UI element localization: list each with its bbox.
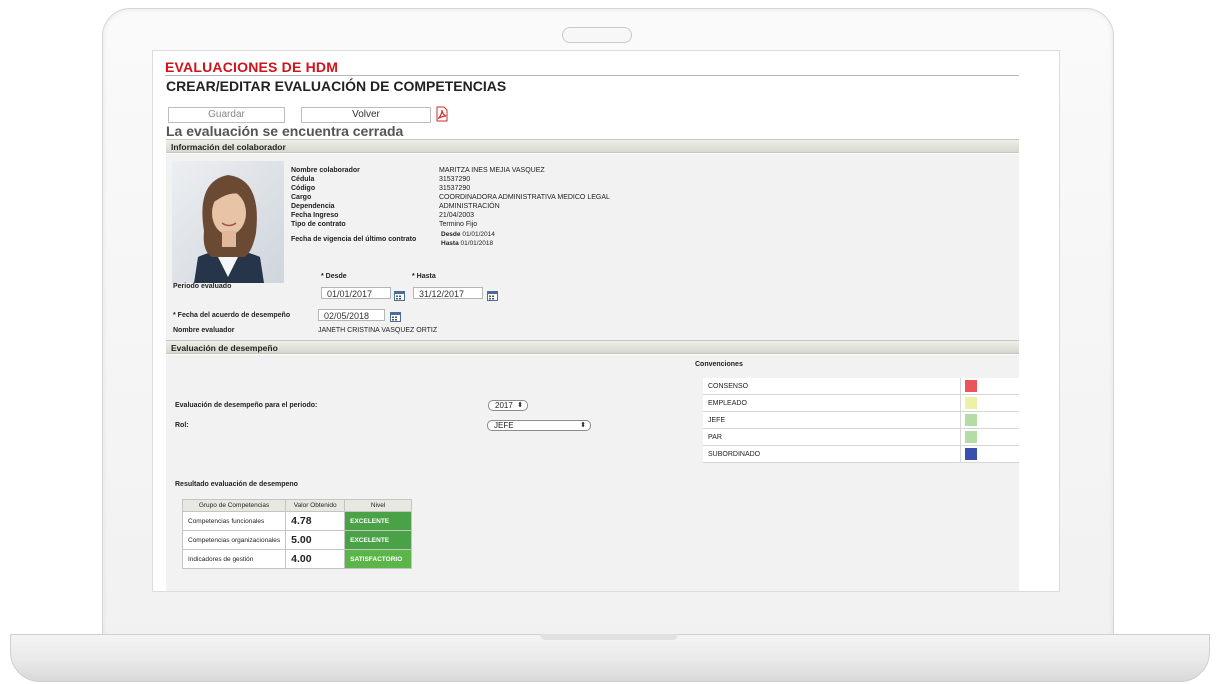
contract-to-label: Hasta [441, 240, 459, 247]
evaluator-value: JANETH CRISTINA VASQUEZ ORTIZ [318, 327, 438, 334]
competency-group: Indicadores de gestión [181, 549, 287, 569]
laptop-camera [562, 27, 632, 43]
conventions-title: Convenciones [695, 361, 743, 368]
convention-swatch-cell [960, 445, 1019, 463]
contract-to-value: 01/01/2018 [460, 240, 494, 247]
agreement-date-input[interactable]: 02/05/2018 [318, 309, 385, 321]
performance-section-header: Evaluación de desempeño [166, 340, 1019, 354]
level-badge: SATISFACTORIO [344, 549, 413, 569]
level-badge: EXCELENTE [344, 530, 413, 550]
results-table: Grupo de Competencias Valor Obtenido Niv… [181, 499, 413, 569]
code-label: Código [291, 185, 316, 192]
role-select-value: JEFE [494, 421, 514, 430]
app-title: EVALUACIONES DE HDM [165, 59, 339, 75]
back-button[interactable]: Volver [301, 107, 431, 123]
period-to-label: * Hasta [412, 273, 436, 280]
laptop-base [10, 634, 1210, 682]
page-title: CREAR/EDITAR EVALUACIÓN DE COMPETENCIAS [166, 78, 507, 94]
color-swatch [965, 431, 977, 443]
obtained-value: 4.78 [285, 511, 346, 531]
code-value: 31537290 [439, 185, 471, 192]
period-select-label: Evaluación de desempeño para el periodo: [175, 402, 318, 409]
contract-type-label: Tipo de contrato [291, 221, 346, 228]
collaborator-section-header: Información del colaborador [166, 139, 1019, 153]
contract-from-value: 01/01/2014 [462, 231, 495, 238]
pdf-icon[interactable] [435, 106, 449, 122]
save-button[interactable]: Guardar [168, 107, 285, 123]
color-swatch [965, 448, 977, 460]
color-swatch [965, 414, 977, 426]
competency-group: Competencias organizacionales [181, 530, 287, 550]
color-swatch [965, 380, 977, 392]
column-header: Grupo de Competencias [181, 499, 287, 512]
employee-photo [172, 161, 284, 283]
contract-type-value: Termino Fijo [439, 221, 478, 228]
convention-row: JEFE [703, 411, 1019, 429]
level-badge: EXCELENTE [344, 511, 413, 531]
convention-swatch-cell [960, 378, 1019, 395]
competency-group: Competencias funcionales [181, 511, 287, 531]
position-label: Cargo [291, 194, 312, 201]
convention-label: EMPLEADO [703, 394, 961, 412]
name-value: MARITZA INES MEJIA VASQUEZ [439, 167, 545, 174]
calendar-icon[interactable] [390, 309, 401, 322]
period-to-input[interactable]: 31/12/2017 [413, 287, 483, 299]
id-label: Cédula [291, 176, 315, 183]
title-divider [165, 75, 1019, 76]
updown-arrow-icon: ⬍ [580, 422, 586, 429]
hire-date-value: 21/04/2003 [439, 212, 475, 219]
status-message: La evaluación se encuentra cerrada [166, 123, 404, 139]
convention-swatch-cell [960, 394, 1019, 412]
period-from-input[interactable]: 01/01/2017 [321, 287, 391, 299]
convention-label: PAR [703, 428, 961, 446]
screen: EVALUACIONES DE HDM CREAR/EDITAR EVALUAC… [152, 50, 1060, 592]
id-value: 31537290 [439, 176, 471, 183]
obtained-value: 4.00 [285, 549, 346, 569]
updown-arrow-icon: ⬍ [517, 402, 523, 409]
convention-label: CONSENSO [703, 378, 961, 395]
obtained-value: 5.00 [285, 530, 346, 550]
convention-row: SUBORDINADO [703, 445, 1019, 463]
role-label: Rol: [175, 422, 189, 429]
evaluator-label: Nombre evaluador [173, 327, 235, 334]
convention-swatch-cell [960, 428, 1019, 446]
agreement-date-label: * Fecha del acuerdo de desempeño [173, 312, 291, 319]
contract-from-label: Desde [441, 231, 461, 238]
period-select-value: 2017 [495, 401, 513, 410]
contract-validity-from: Desde 01/01/2014 [441, 231, 495, 238]
hire-date-label: Fecha Ingreso [291, 212, 339, 219]
department-label: Dependencia [291, 203, 335, 210]
period-label: Periodo evaluado [173, 283, 232, 290]
convention-row: EMPLEADO [703, 394, 1019, 412]
calendar-icon[interactable] [394, 288, 405, 301]
calendar-icon[interactable] [487, 288, 498, 301]
department-value: ADMINISTRACIÓN [439, 203, 500, 210]
laptop-base-notch [540, 634, 678, 640]
role-select[interactable]: JEFE ⬍ [487, 420, 591, 431]
name-label: Nombre colaborador [291, 167, 360, 174]
convention-row: PAR [703, 428, 1019, 446]
table-row: Indicadores de gestión 4.00 SATISFACTORIO [181, 549, 413, 569]
convention-label: JEFE [703, 411, 961, 429]
period-from-label: * Desde [321, 273, 347, 280]
convention-row: CONSENSO [703, 378, 1019, 395]
period-select[interactable]: 2017 ⬍ [488, 400, 528, 411]
position-value: COORDINADORA ADMINISTRATIVA MEDICO LEGAL [439, 194, 610, 201]
conventions-table: CONSENSO EMPLEADO JEFE PAR SUBORDINADO [703, 378, 1019, 463]
convention-label: SUBORDINADO [703, 445, 961, 463]
results-title: Resultado evaluación de desempeno [175, 481, 298, 488]
table-row: Competencias organizacionales 5.00 EXCELEN… [181, 530, 413, 550]
column-header: Nivel [344, 499, 413, 512]
color-swatch [965, 397, 977, 409]
contract-validity-to: Hasta 01/01/2018 [441, 240, 493, 247]
contract-validity-label: Fecha de vigencia del último contrato [291, 236, 417, 243]
column-header: Valor Obtenido [285, 499, 346, 512]
convention-swatch-cell [960, 411, 1019, 429]
table-row: Competencias funcionales 4.78 EXCELENTE [181, 511, 413, 531]
